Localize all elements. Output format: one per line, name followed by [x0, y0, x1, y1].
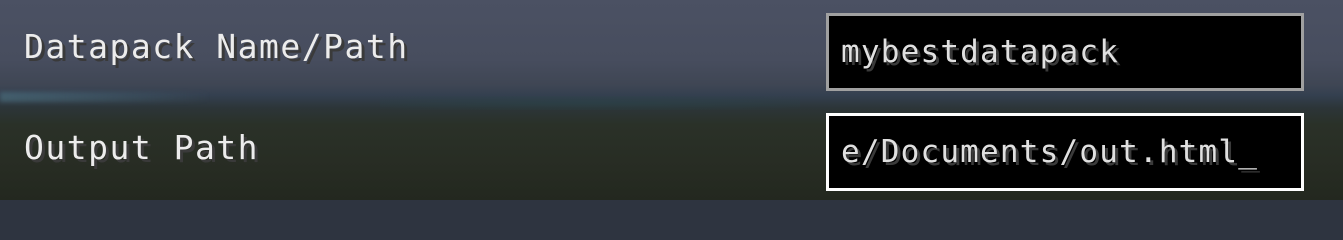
datapack-name-field[interactable]: mybestdatapack — [826, 13, 1304, 91]
output-path-label: Output Path — [24, 128, 260, 167]
horizon-streak — [0, 92, 210, 102]
horizon-glow — [380, 96, 800, 110]
datapack-name-value: mybestdatapack — [841, 33, 1120, 70]
output-path-field[interactable]: e/Documents/out.html_ — [826, 113, 1304, 191]
output-path-value: e/Documents/out.html_ — [841, 133, 1259, 170]
datapack-name-label: Datapack Name/Path — [24, 27, 409, 66]
